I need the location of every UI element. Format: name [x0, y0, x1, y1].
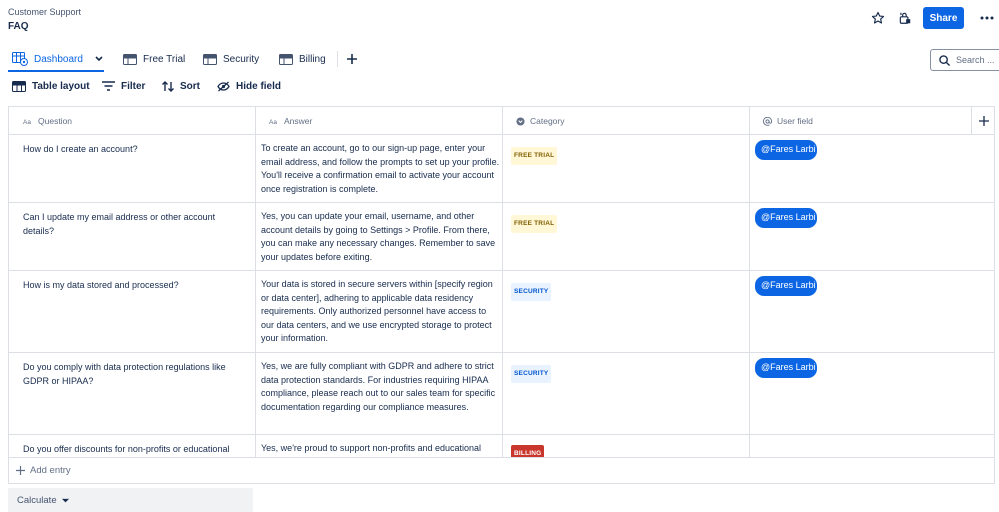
- category-lozenge: FREE TRIAL: [511, 147, 558, 165]
- column-header-question[interactable]: Aa Question: [9, 107, 255, 135]
- calculate-label: Calculate: [17, 494, 57, 506]
- page-title: FAQ: [8, 21, 29, 32]
- add-entry-label: Add entry: [30, 465, 71, 476]
- table-row[interactable]: Do you offer discounts for non-profits o…: [9, 435, 994, 457]
- question-cell[interactable]: Can I update my email address or other a…: [23, 211, 248, 238]
- category-cell[interactable]: FREE TRIAL: [511, 215, 558, 233]
- hide-field-label: Hide field: [236, 80, 282, 92]
- user-mention[interactable]: @Fares Larbi: [755, 140, 817, 160]
- question-cell[interactable]: Do you comply with data protection regul…: [23, 361, 248, 388]
- tab-divider: [337, 51, 338, 67]
- filter-label: Filter: [121, 80, 146, 92]
- svg-text:Aa: Aa: [23, 119, 31, 125]
- top-bar: Customer Support FAQ Share: [0, 0, 999, 42]
- search-input[interactable]: Search ...: [930, 49, 999, 71]
- tab-free-trial[interactable]: Free Trial: [123, 46, 185, 72]
- filter-button[interactable]: Filter: [102, 78, 145, 94]
- eye-hidden-icon: [217, 81, 230, 92]
- view-toolbar: Table layout Filter Sort Hide field: [0, 78, 999, 94]
- table-icon: [12, 80, 26, 92]
- answer-cell[interactable]: Your data is stored in secure servers wi…: [261, 278, 501, 346]
- sort-label: Sort: [180, 80, 200, 92]
- tab-billing[interactable]: Billing: [279, 46, 326, 72]
- table-settings-icon: [12, 52, 28, 66]
- answer-cell[interactable]: Yes, we're proud to support non-profits …: [261, 442, 501, 456]
- lock-icon[interactable]: [895, 8, 915, 28]
- text-field-icon: Aa: [23, 118, 33, 125]
- column-header-answer[interactable]: Aa Answer: [255, 107, 502, 135]
- column-divider: [971, 107, 972, 135]
- category-lozenge: BILLING: [511, 445, 545, 457]
- user-cell[interactable]: @Fares Larbi: [755, 358, 817, 382]
- at-sign-icon: [763, 116, 772, 126]
- question-cell[interactable]: Do you offer discounts for non-profits o…: [23, 443, 248, 457]
- sort-icon: [162, 80, 174, 92]
- search-icon: [939, 54, 950, 66]
- star-icon[interactable]: [868, 8, 888, 28]
- tab-label: Security: [223, 53, 260, 65]
- active-tab-indicator: [8, 70, 104, 72]
- database-table: Aa Question Aa Answer Category User fiel…: [8, 106, 995, 458]
- plus-icon: [16, 466, 25, 475]
- category-cell[interactable]: FREE TRIAL: [511, 147, 558, 165]
- tab-label: Dashboard: [34, 53, 83, 65]
- share-button[interactable]: Share: [923, 7, 964, 29]
- hide-field-button[interactable]: Hide field: [217, 78, 281, 94]
- table-icon: [279, 53, 293, 65]
- column-header-user-field[interactable]: User field: [749, 107, 971, 135]
- question-cell[interactable]: How is my data stored and processed?: [23, 279, 248, 293]
- table-icon: [123, 53, 137, 65]
- select-field-icon: [516, 116, 525, 126]
- table-layout-button[interactable]: Table layout: [12, 78, 90, 94]
- user-cell[interactable]: @Fares Larbi: [755, 276, 817, 300]
- table-row[interactable]: Can I update my email address or other a…: [9, 203, 994, 271]
- user-mention[interactable]: @Fares Larbi: [755, 276, 817, 296]
- category-cell[interactable]: SECURITY: [511, 283, 552, 301]
- answer-cell[interactable]: To create an account, go to our sign-up …: [261, 142, 501, 196]
- user-mention[interactable]: @Fares Larbi: [755, 358, 817, 378]
- category-cell[interactable]: BILLING: [511, 445, 545, 457]
- column-label: Question: [38, 116, 73, 126]
- svg-text:Aa: Aa: [269, 119, 277, 125]
- category-lozenge: SECURITY: [511, 283, 552, 301]
- sort-button[interactable]: Sort: [162, 78, 200, 94]
- category-lozenge: SECURITY: [511, 365, 552, 383]
- tab-label: Free Trial: [143, 53, 186, 65]
- table-row[interactable]: How is my data stored and processed? You…: [9, 271, 994, 353]
- view-tabs: Dashboard Free Trial Security Billing: [0, 46, 999, 72]
- add-entry-button[interactable]: Add entry: [8, 458, 995, 484]
- add-tab-icon[interactable]: [343, 50, 361, 68]
- tab-security[interactable]: Security: [203, 46, 259, 72]
- column-label: Answer: [284, 116, 313, 126]
- tab-label: Billing: [299, 53, 326, 65]
- table-icon: [203, 53, 217, 65]
- filter-icon: [102, 81, 115, 91]
- category-cell[interactable]: SECURITY: [511, 365, 552, 383]
- table-layout-label: Table layout: [32, 80, 90, 92]
- breadcrumb[interactable]: Customer Support: [8, 7, 81, 17]
- more-options-icon[interactable]: [977, 8, 997, 28]
- chevron-down-icon: [61, 498, 69, 503]
- chevron-down-icon[interactable]: [95, 56, 103, 62]
- user-cell[interactable]: @Fares Larbi: [755, 140, 817, 164]
- calculate-button[interactable]: Calculate: [8, 488, 253, 512]
- search-placeholder: Search ...: [956, 55, 995, 65]
- user-cell[interactable]: @Fares Larbi: [755, 208, 817, 232]
- answer-cell[interactable]: Yes, we are fully compliant with GDPR an…: [261, 360, 501, 414]
- table-row[interactable]: Do you comply with data protection regul…: [9, 353, 994, 435]
- category-lozenge: FREE TRIAL: [511, 215, 558, 233]
- user-mention[interactable]: @Fares Larbi: [755, 208, 817, 228]
- table-row[interactable]: How do I create an account? To create an…: [9, 135, 994, 203]
- add-column-icon[interactable]: [971, 107, 994, 135]
- column-label: User field: [777, 116, 813, 126]
- column-header-category[interactable]: Category: [502, 107, 749, 135]
- question-cell[interactable]: How do I create an account?: [23, 143, 248, 157]
- tab-dashboard[interactable]: Dashboard: [12, 46, 103, 72]
- column-label: Category: [530, 116, 565, 126]
- answer-cell[interactable]: Yes, you can update your email, username…: [261, 210, 501, 264]
- text-field-icon: Aa: [269, 118, 279, 125]
